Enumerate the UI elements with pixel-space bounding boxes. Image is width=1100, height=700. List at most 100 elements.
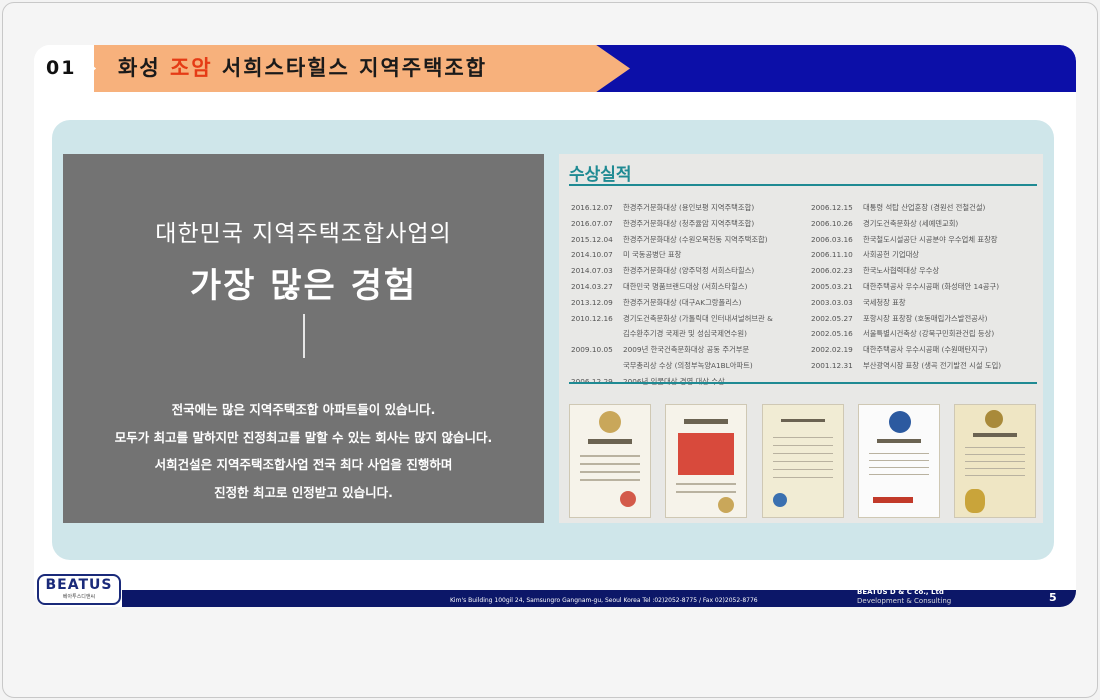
award-row: 2016.07.07 한경주거문화대상 (청주율암 지역주택조합) (571, 216, 807, 232)
certificate-image (665, 404, 747, 518)
award-date: 2006.02.23 (811, 266, 853, 276)
award-date: 2013.12.09 (571, 297, 613, 307)
award-text: 2009년 한국건축문화대상 공동 주거부문 국무총리상 수상 (의정부녹양A1… (623, 345, 753, 370)
award-date: 2006.12.15 (811, 203, 853, 212)
award-row: 2014.10.07 미 국동공병단 표창 (571, 247, 807, 263)
section-number: 01 (34, 45, 94, 92)
award-text: 대한주택공사 우수시공패 (화성태안 14공구) (863, 281, 1000, 291)
logo-icon (773, 493, 787, 507)
award-text: 부산광역시장 표창 (생곡 전기발전 시설 도입) (863, 360, 1002, 370)
award-text: 한경주거문화대상 (용인보평 지역주택조합) (623, 203, 755, 212)
award-date: 2005.03.21 (811, 281, 853, 291)
stamp-icon (718, 497, 734, 513)
intro-body-line: 진정한 최고로 인정받고 있습니다. (214, 484, 393, 500)
award-row: 2013.12.09 한경주거문화대상 (대구AK그랑폴리스) (571, 295, 807, 311)
award-date: 2002.05.27 (811, 313, 853, 323)
award-row: 2014.03.27 대한민국 명품브랜드대상 (서희스타힐스) (571, 279, 807, 295)
award-row: 2006.11.10 사회공헌 기업대상 (811, 247, 1039, 263)
title-accent: 조암 (169, 56, 213, 80)
emblem-icon (889, 411, 911, 433)
slide-title: 화성 조암 서희스타힐스 지역주택조합 (118, 45, 487, 92)
award-row: 2006.02.23 한국노사협력대상 우수상 (811, 263, 1039, 279)
award-date: 2002.02.19 (811, 345, 853, 355)
award-date: 2014.07.03 (571, 266, 613, 276)
award-text: 포항시장 표창장 (호동매립가스발전공사) (863, 313, 988, 323)
emblem-icon (985, 410, 1003, 428)
award-date: 2010.12.16 (571, 313, 613, 323)
award-date: 2006.11.10 (811, 250, 853, 260)
award-row: 2002.05.27 포항시장 표창장 (호동매립가스발전공사) (811, 311, 1039, 327)
certificate-gallery (569, 404, 1036, 518)
award-date: 2016.12.07 (571, 203, 613, 212)
title-prefix: 화성 (118, 56, 170, 80)
emblem-icon (599, 411, 621, 433)
award-date: 2016.07.07 (571, 218, 613, 228)
awards-top-rule (569, 184, 1037, 186)
footer-company: BEATUS D & C co., Ltd (857, 588, 944, 596)
medal-icon (965, 489, 985, 513)
slide: 01 화성 조암 서희스타힐스 지역주택조합 대한민국 지역주택조합사업의 가장… (34, 45, 1076, 607)
company-logo: BEATUS 베아투스디앤씨 (37, 574, 121, 605)
footer-tagline: Development & Consulting (857, 597, 952, 605)
award-text: 국세청장 표창 (863, 297, 906, 307)
award-row: 2003.03.03 국세청장 표창 (811, 295, 1039, 311)
intro-heading: 대한민국 지역주택조합사업의 (155, 221, 452, 247)
award-date: 2001.12.31 (811, 360, 853, 370)
awards-list-left: 2016.12.07 한경주거문화대상 (용인보평 지역주택조합) 2016.07.… (571, 200, 807, 390)
award-row: 2001.12.31 부산광역시장 표창 (생곡 전기발전 시설 도입) (811, 358, 1039, 374)
award-row: 2002.02.19 대한주택공사 우수시공패 (수원매탄지구) (811, 342, 1039, 358)
stamp-icon (620, 491, 636, 507)
intro-body: 전국에는 많은 지역주택조합 아파트들이 있습니다. 모두가 최고를 말하지만 … (63, 396, 544, 506)
content-panel: 대한민국 지역주택조합사업의 가장 많은 경험 전국에는 많은 지역주택조합 아… (52, 120, 1054, 560)
certificate-image (858, 404, 940, 518)
award-text: 한국철도시설공단 시공분야 우수업체 표창장 (863, 234, 998, 244)
award-row: 2015.12.04 한경주거문화대상 (수원오목천동 지역주택조합) (571, 232, 807, 248)
award-text: 사회공헌 기업대상 (863, 250, 920, 260)
award-date: 2009.10.05 (571, 345, 613, 355)
certificate-image (569, 404, 651, 518)
award-row: 2006.10.26 경기도건축문화상 (세예덴교회) (811, 216, 1039, 232)
window-frame: 01 화성 조암 서희스타힐스 지역주택조합 대한민국 지역주택조합사업의 가장… (2, 2, 1098, 698)
award-row: 2010.12.16 경기도건축문화상 (가톨릭대 인터내셔널허브관 & 김수환추… (571, 311, 807, 343)
award-text: 서울특별시건축상 (강북구민회관건립 등상) (863, 329, 995, 339)
award-date: 2002.05.16 (811, 329, 853, 339)
award-text: 대한민국 명품브랜드대상 (서희스타힐스) (623, 281, 748, 291)
award-date: 2006.10.26 (811, 218, 853, 228)
divider (303, 314, 305, 358)
certificate-image (762, 404, 844, 518)
award-text: 미 국동공병단 표창 (623, 250, 682, 260)
logo-subtext: 베아투스디앤씨 (62, 594, 96, 600)
footer-address: Kim's Building 100gil 24, Samsungro Gang… (450, 597, 758, 604)
award-text: 경기도건축문화상 (가톨릭대 인터내셔널허브관 & 김수환추기경 국제관 및 성… (623, 313, 773, 339)
certificate-image (954, 404, 1036, 518)
award-row: 2006.12.15 대통령 석탑 산업훈장 (경원선 전철건설) (811, 200, 1039, 216)
award-row: 2002.05.16 서울특별시건축상 (강북구민회관건립 등상) (811, 326, 1039, 342)
award-text: 한경주거문화대상 (청주율암 지역주택조합) (623, 218, 755, 228)
award-text: 한경주거문화대상 (양주덕정 서희스타힐스) (623, 266, 755, 276)
awards-title: 수상실적 (569, 165, 632, 185)
awards-section: 수상실적 2016.12.07 한경주거문화대상 (용인보평 지역주택조합) 201… (559, 154, 1043, 523)
award-row: 2006.03.16 한국철도시설공단 시공분야 우수업체 표창장 (811, 232, 1039, 248)
intro-body-line: 서희건설은 지역주택조합사업 전국 최다 사업을 진행하며 (154, 457, 453, 472)
intro-box: 대한민국 지역주택조합사업의 가장 많은 경험 전국에는 많은 지역주택조합 아… (63, 154, 544, 523)
award-row: 2014.07.03 한경주거문화대상 (양주덕정 서희스타힐스) (571, 263, 807, 279)
intro-body-line: 모두가 최고를 말하지만 진정최고를 말할 수 있는 회사는 많지 않습니다. (114, 429, 493, 445)
award-text: 대통령 석탑 산업훈장 (경원선 전철건설) (863, 203, 986, 212)
award-date: 2006.03.16 (811, 234, 853, 244)
award-text: 경기도건축문화상 (세예덴교회) (863, 218, 959, 228)
award-text: 한경주거문화대상 (수원오목천동 지역주택조합) (623, 234, 768, 244)
page-number: 5 (1049, 591, 1057, 604)
awards-list-right: 2006.12.15 대통령 석탑 산업훈장 (경원선 전철건설) 2006.10.… (811, 200, 1039, 374)
award-row: 2009.10.05 2009년 한국건축문화대상 공동 주거부문 국무총리상 수… (571, 342, 807, 374)
award-date: 2014.03.27 (571, 281, 613, 291)
award-text: 한경주거문화대상 (대구AK그랑폴리스) (623, 297, 742, 307)
title-suffix: 서희스타힐스 지역주택조합 (212, 56, 488, 80)
intro-headline: 가장 많은 경험 (189, 266, 418, 306)
header-blue-bar (554, 45, 1076, 92)
intro-body-line: 전국에는 많은 지역주택조합 아파트들이 있습니다. (171, 402, 436, 417)
award-row: 2005.03.21 대한주택공사 우수시공패 (화성태안 14공구) (811, 279, 1039, 295)
awards-bottom-rule (569, 382, 1037, 384)
award-text: 한국노사협력대상 우수상 (863, 266, 940, 276)
award-row: 2016.12.07 한경주거문화대상 (용인보평 지역주택조합) (571, 200, 807, 216)
award-date: 2015.12.04 (571, 234, 613, 244)
